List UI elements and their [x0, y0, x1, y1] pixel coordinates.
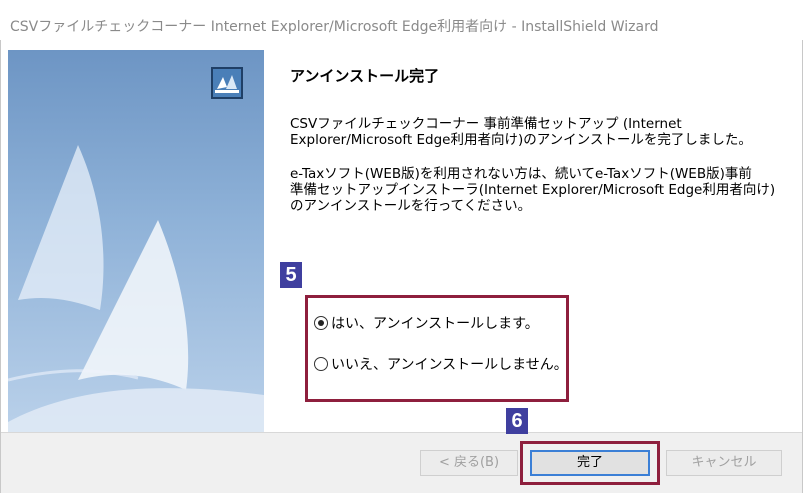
step-marker-5: 5: [280, 262, 302, 288]
radio-option-yes-label: はい、アンインストールします。: [331, 316, 539, 332]
wizard-side-banner: [8, 50, 264, 432]
page-heading: アンインストール完了: [290, 67, 440, 85]
radio-option-no-label: いいえ、アンインストールしません。: [331, 357, 568, 373]
finish-highlight-box: [520, 441, 660, 485]
installer-icon: [211, 67, 243, 99]
cancel-button[interactable]: キャンセル: [666, 450, 782, 476]
radio-option-no[interactable]: いいえ、アンインストールしません。: [314, 354, 568, 374]
back-button[interactable]: < 戻る(B): [420, 450, 518, 476]
radio-option-yes[interactable]: はい、アンインストールします。: [314, 313, 539, 333]
window-border-left: [0, 40, 1, 493]
step-marker-6: 6: [506, 408, 528, 434]
next-step-message: e-Taxソフト(WEB版)を利用されない方は、続いてe-Taxソフト(WEB版…: [290, 166, 776, 214]
sail-graphic-icon: [8, 145, 264, 432]
completion-message: CSVファイルチェックコーナー 事前準備セットアップ (Internet Exp…: [290, 116, 752, 148]
options-highlight-box: [305, 295, 569, 402]
radio-unchecked-icon[interactable]: [314, 357, 328, 371]
radio-checked-icon[interactable]: [314, 316, 328, 330]
window-title: CSVファイルチェックコーナー Internet Explorer/Micros…: [0, 0, 803, 40]
